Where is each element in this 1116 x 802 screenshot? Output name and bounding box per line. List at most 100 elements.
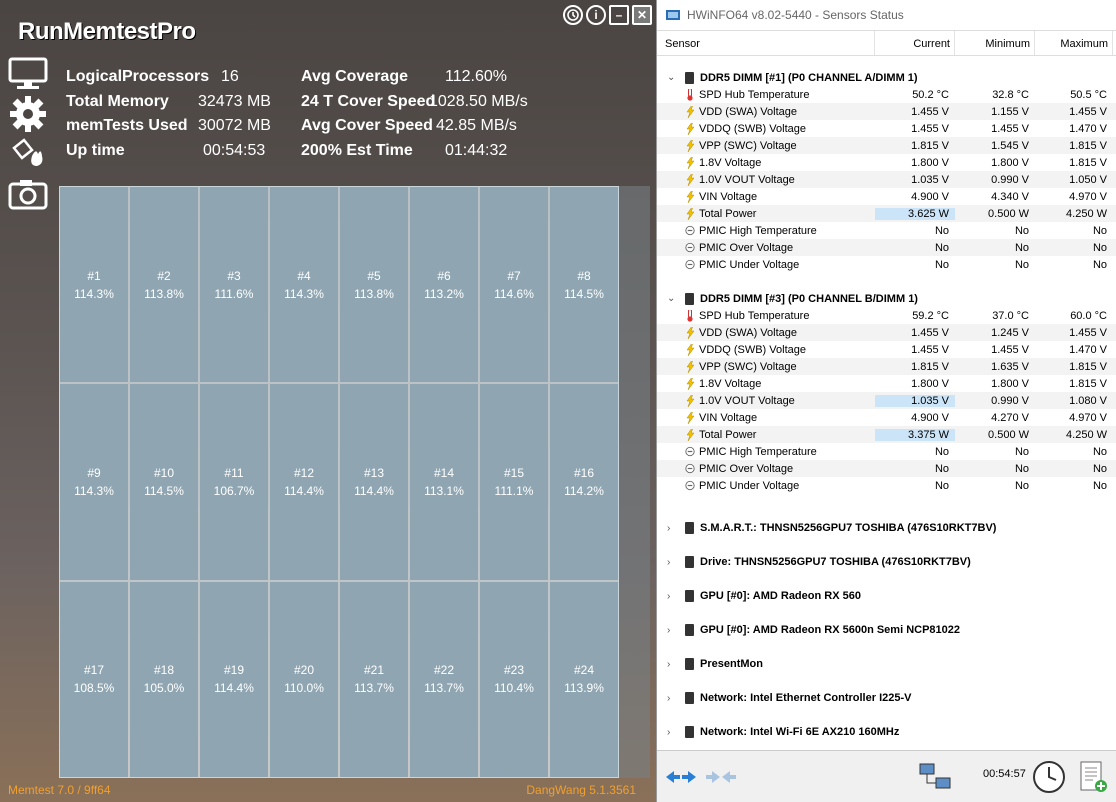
sensor-group-header[interactable]: › PresentMon xyxy=(657,656,763,673)
sensor-group-header[interactable]: › Drive: THNSN5256GPU7 TOSHIBA (476S10RKT… xyxy=(657,554,971,571)
sensor-row[interactable]: VPP (SWC) Voltage 1.815 V 1.545 V 1.815 V xyxy=(657,137,1116,154)
sensor-group-name: S.M.A.R.T.: THNSN5256GPU7 TOSHIBA (476S1… xyxy=(700,522,997,534)
clean-icon[interactable] xyxy=(6,134,50,174)
thread-id: #2 xyxy=(157,268,171,283)
thread-cell: #19 114.4% xyxy=(200,581,268,777)
voltage-icon xyxy=(685,156,695,169)
sensor-row[interactable]: VPP (SWC) Voltage 1.815 V 1.635 V 1.815 V xyxy=(657,358,1116,375)
thread-coverage: 114.5% xyxy=(144,483,184,498)
sensor-maximum: 1.455 V xyxy=(1069,105,1107,118)
chip-icon xyxy=(685,624,694,636)
thread-cell: #6 113.2% xyxy=(410,187,478,383)
hwinfo-window-title: HWiNFO64 v8.02-5440 - Sensors Status xyxy=(687,8,904,22)
thread-id: #23 xyxy=(503,663,525,678)
history-icon[interactable] xyxy=(563,5,583,25)
sensor-row[interactable]: VIN Voltage 4.900 V 4.340 V 4.970 V xyxy=(657,188,1116,205)
sensor-label: VDDQ (SWB) Voltage xyxy=(699,343,806,356)
sensor-maximum: 4.970 V xyxy=(1069,190,1107,203)
est-time-label: 200% Est Time xyxy=(301,142,413,159)
sensor-group-header[interactable]: › S.M.A.R.T.: THNSN5256GPU7 TOSHIBA (476S… xyxy=(657,520,996,537)
sensor-current: 1.800 V xyxy=(911,156,949,169)
sensor-row[interactable]: VIN Voltage 4.900 V 4.270 V 4.970 V xyxy=(657,409,1116,426)
sensor-row[interactable]: 1.8V Voltage 1.800 V 1.800 V 1.815 V xyxy=(657,375,1116,392)
minimize-icon[interactable]: – xyxy=(609,5,629,25)
chevron-right-icon[interactable]: › xyxy=(667,727,681,738)
chevron-down-icon[interactable]: ⌄ xyxy=(667,293,681,304)
hwinfo-toolbar: 00:54:57 xyxy=(657,750,1116,802)
chip-icon xyxy=(685,590,694,602)
sensor-row[interactable]: Total Power 3.625 W 0.500 W 4.250 W xyxy=(657,205,1116,222)
add-report-icon[interactable] xyxy=(1073,759,1113,795)
sensor-row[interactable]: SPD Hub Temperature 50.2 °C 32.8 °C 50.5 °C xyxy=(657,86,1116,103)
thread-coverage: 113.2% xyxy=(424,286,464,301)
nav-arrows-icon[interactable] xyxy=(661,759,701,795)
chip-icon xyxy=(685,522,694,534)
sensor-group-header[interactable]: › Network: Intel Wi-Fi 6E AX210 160MHz xyxy=(657,724,899,741)
sensor-row[interactable]: PMIC High Temperature No No No xyxy=(657,222,1116,239)
gear-icon[interactable] xyxy=(6,94,50,134)
column-header: Sensor Current Minimum Maximum xyxy=(657,30,1116,56)
voltage-icon xyxy=(685,377,695,390)
column-minimum[interactable]: Minimum xyxy=(955,31,1035,55)
collapsed-group: › GPU [#0]: AMD Radeon RX 560 xyxy=(657,579,1116,613)
sensor-minimum: 1.245 V xyxy=(991,326,1029,339)
column-sensor[interactable]: Sensor xyxy=(657,31,875,55)
chevron-right-icon[interactable]: › xyxy=(667,523,681,534)
sensor-row[interactable]: PMIC High Temperature No No No xyxy=(657,443,1116,460)
column-maximum[interactable]: Maximum xyxy=(1035,31,1113,55)
monitor-icon[interactable] xyxy=(6,54,50,94)
sensor-row[interactable]: 1.0V VOUT Voltage 1.035 V 0.990 V 1.050 V xyxy=(657,171,1116,188)
thread-id: #5 xyxy=(367,268,381,283)
status-icon xyxy=(685,259,695,271)
chevron-right-icon[interactable]: › xyxy=(667,659,681,670)
sensor-group-header[interactable]: › GPU [#0]: AMD Radeon RX 5600n Semi NCP8… xyxy=(657,622,960,639)
thread-coverage: 106.7% xyxy=(213,483,255,498)
chevron-right-icon[interactable]: › xyxy=(667,693,681,704)
sensor-maximum: 50.5 °C xyxy=(1070,88,1107,101)
info-icon[interactable]: i xyxy=(586,5,606,25)
sensor-row[interactable]: 1.8V Voltage 1.800 V 1.800 V 1.815 V xyxy=(657,154,1116,171)
sensor-group-header[interactable]: ⌄ DDR5 DIMM [#1] (P0 CHANNEL A/DIMM 1) xyxy=(657,69,1116,86)
sensor-group-header[interactable]: ⌄ DDR5 DIMM [#3] (P0 CHANNEL B/DIMM 1) xyxy=(657,290,1116,307)
sensor-row[interactable]: SPD Hub Temperature 59.2 °C 37.0 °C 60.0 °C xyxy=(657,307,1116,324)
column-current[interactable]: Current xyxy=(875,31,955,55)
thread-cell: #11 106.7% xyxy=(200,384,268,580)
sensor-row[interactable]: PMIC Under Voltage No No No xyxy=(657,477,1116,494)
thread-id: #22 xyxy=(433,663,455,678)
network-icon[interactable] xyxy=(915,759,955,795)
thread-cell: #12 114.4% xyxy=(270,384,338,580)
chevron-right-icon[interactable]: › xyxy=(667,591,681,602)
thread-cell: #13 114.4% xyxy=(340,384,408,580)
sensor-group-header[interactable]: › Network: Intel Ethernet Controller I225… xyxy=(657,690,911,707)
sensor-row[interactable]: 1.0V VOUT Voltage 1.035 V 0.990 V 1.080 V xyxy=(657,392,1116,409)
nav-arrows-disabled-icon[interactable] xyxy=(701,759,741,795)
sensor-row[interactable]: PMIC Over Voltage No No No xyxy=(657,460,1116,477)
thread-id: #8 xyxy=(577,268,591,283)
thermometer-icon xyxy=(685,88,695,101)
sensor-row[interactable]: VDDQ (SWB) Voltage 1.455 V 1.455 V 1.470 V xyxy=(657,120,1116,137)
sensor-row[interactable]: VDDQ (SWB) Voltage 1.455 V 1.455 V 1.470 V xyxy=(657,341,1116,358)
thread-cell: #21 113.7% xyxy=(340,581,408,777)
sensor-row[interactable]: VDD (SWA) Voltage 1.455 V 1.155 V 1.455 V xyxy=(657,103,1116,120)
sensor-group-header[interactable]: › GPU [#0]: AMD Radeon RX 560 xyxy=(657,588,861,605)
sensor-current: 50.2 °C xyxy=(912,88,949,101)
sensor-row[interactable]: PMIC Under Voltage No No No xyxy=(657,256,1116,273)
thread-coverage: 110.4% xyxy=(494,681,534,696)
thread-coverage: 113.7% xyxy=(424,681,464,696)
chevron-right-icon[interactable]: › xyxy=(667,625,681,636)
thread-cell: #16 114.2% xyxy=(550,384,618,580)
grid-margin xyxy=(619,186,650,778)
sensor-minimum: 4.340 V xyxy=(991,190,1029,203)
camera-icon[interactable] xyxy=(6,174,50,214)
thread-coverage: 113.9% xyxy=(564,681,604,696)
sensor-row[interactable]: Total Power 3.375 W 0.500 W 4.250 W xyxy=(657,426,1116,443)
sensor-label: 1.0V VOUT Voltage xyxy=(699,173,795,186)
thread-coverage: 114.2% xyxy=(564,483,604,498)
thread-cell: #4 114.3% xyxy=(270,187,338,383)
clock-icon[interactable] xyxy=(1029,759,1069,795)
sensor-row[interactable]: PMIC Over Voltage No No No xyxy=(657,239,1116,256)
chevron-down-icon[interactable]: ⌄ xyxy=(667,72,681,83)
chevron-right-icon[interactable]: › xyxy=(667,557,681,568)
sensor-row[interactable]: VDD (SWA) Voltage 1.455 V 1.245 V 1.455 V xyxy=(657,324,1116,341)
close-icon[interactable]: ✕ xyxy=(632,5,652,25)
